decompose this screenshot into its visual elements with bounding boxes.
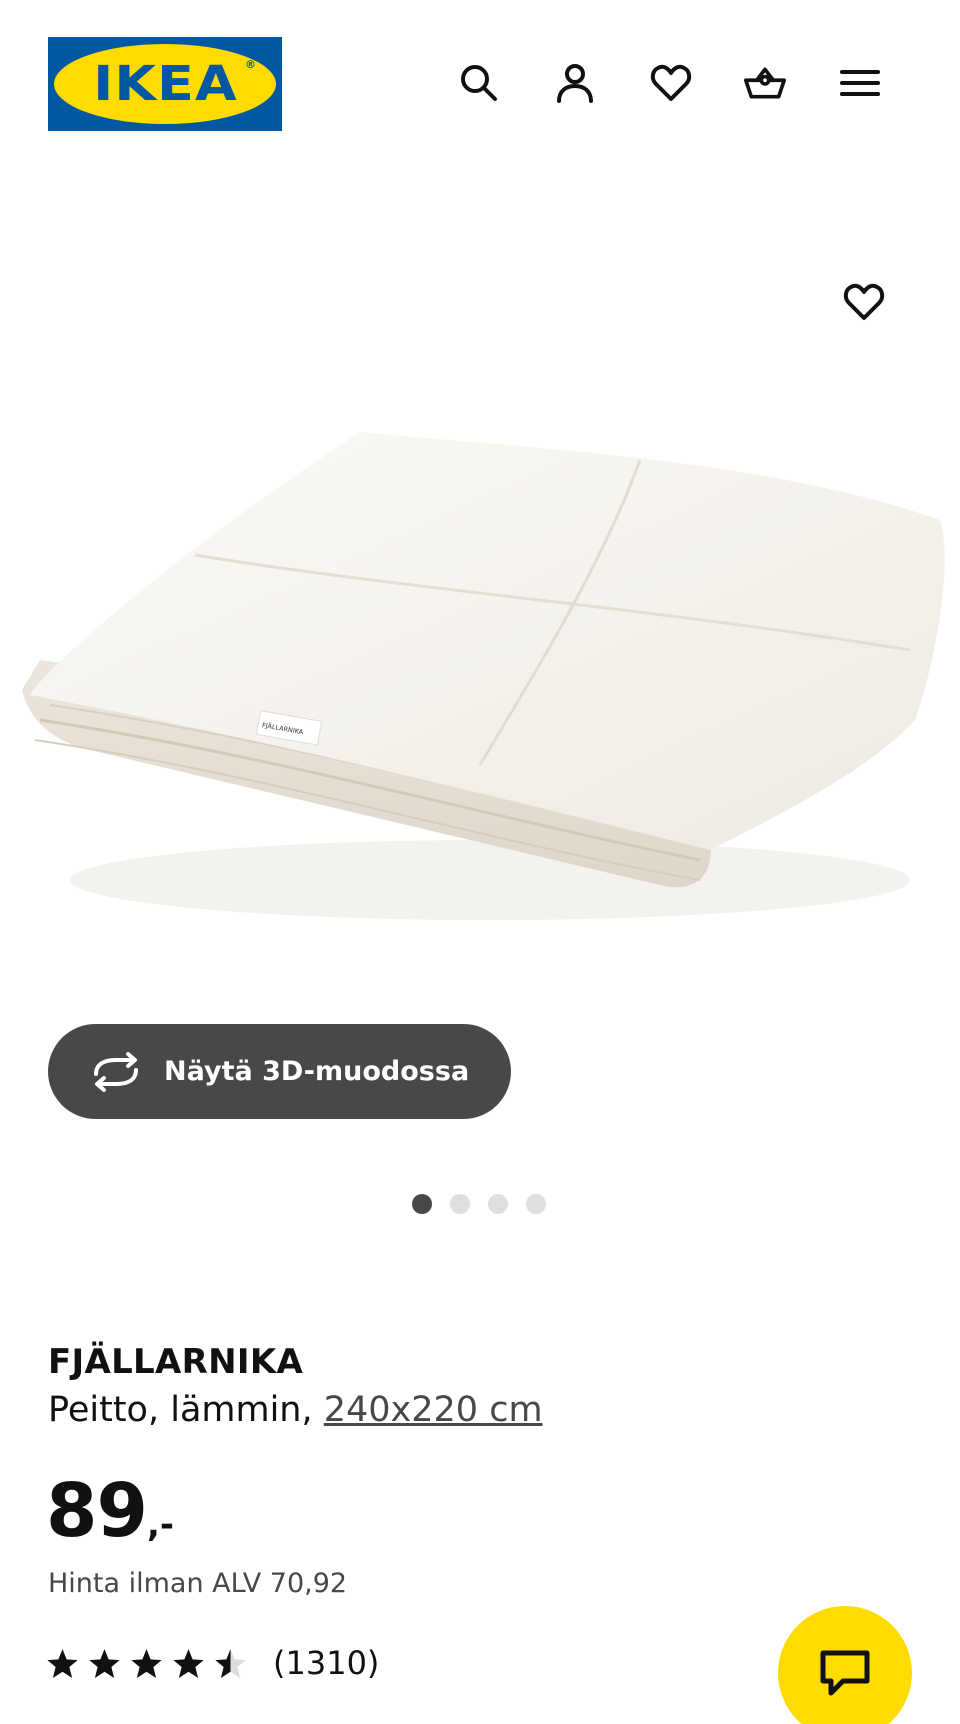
review-count[interactable]: (1310)	[273, 1644, 379, 1682]
wishlist-heart-icon[interactable]	[648, 60, 694, 106]
star-half-icon	[215, 1648, 246, 1678]
size-selector-link[interactable]: 240x220 cm	[324, 1390, 543, 1430]
view-in-3d-button[interactable]: Näytä 3D-muodossa	[48, 1024, 511, 1119]
chat-bubble-icon	[820, 1650, 870, 1696]
site-header: IKEA ®	[0, 0, 960, 140]
logo-text: IKEA	[92, 56, 238, 112]
heart-icon	[843, 283, 885, 320]
menu-icon[interactable]	[837, 60, 883, 106]
rotate-3d-icon	[94, 1051, 138, 1092]
price-excluding-vat: Hinta ilman ALV 70,92	[48, 1568, 348, 1599]
pagination-dot-1[interactable]	[412, 1194, 432, 1214]
registered-mark: ®	[245, 58, 256, 71]
pagination-dot-2[interactable]	[450, 1194, 470, 1214]
product-image: FJÄLLARNIKA	[22, 432, 945, 920]
product-description: Peitto, lämmin, 240x220 cm	[48, 1390, 543, 1430]
pagination-dot-3[interactable]	[488, 1194, 508, 1214]
product-rating[interactable]: (1310)	[46, 1644, 379, 1682]
star-full-icon	[89, 1648, 120, 1678]
price-amount: 89	[46, 1468, 148, 1554]
add-to-favourites-button[interactable]	[840, 278, 888, 326]
price-suffix: ,-	[146, 1505, 175, 1545]
product-type: Peitto, lämmin,	[48, 1390, 324, 1430]
star-full-icon	[173, 1648, 204, 1678]
star-full-icon	[47, 1648, 78, 1678]
chat-button[interactable]	[778, 1606, 912, 1724]
pagination-dot-4[interactable]	[526, 1194, 546, 1214]
star-full-icon	[131, 1648, 162, 1678]
basket-icon[interactable]	[742, 60, 788, 106]
logo-oval: IKEA ®	[54, 44, 276, 124]
product-name: FJÄLLARNIKA	[48, 1342, 304, 1382]
view-in-3d-label: Näytä 3D-muodossa	[164, 1056, 470, 1087]
rating-stars	[46, 1647, 247, 1680]
ikea-logo[interactable]: IKEA ®	[48, 37, 282, 131]
user-icon[interactable]	[552, 60, 598, 106]
search-icon[interactable]	[456, 60, 502, 106]
gallery-pagination	[412, 1194, 546, 1216]
product-price: 89,-	[46, 1468, 174, 1554]
